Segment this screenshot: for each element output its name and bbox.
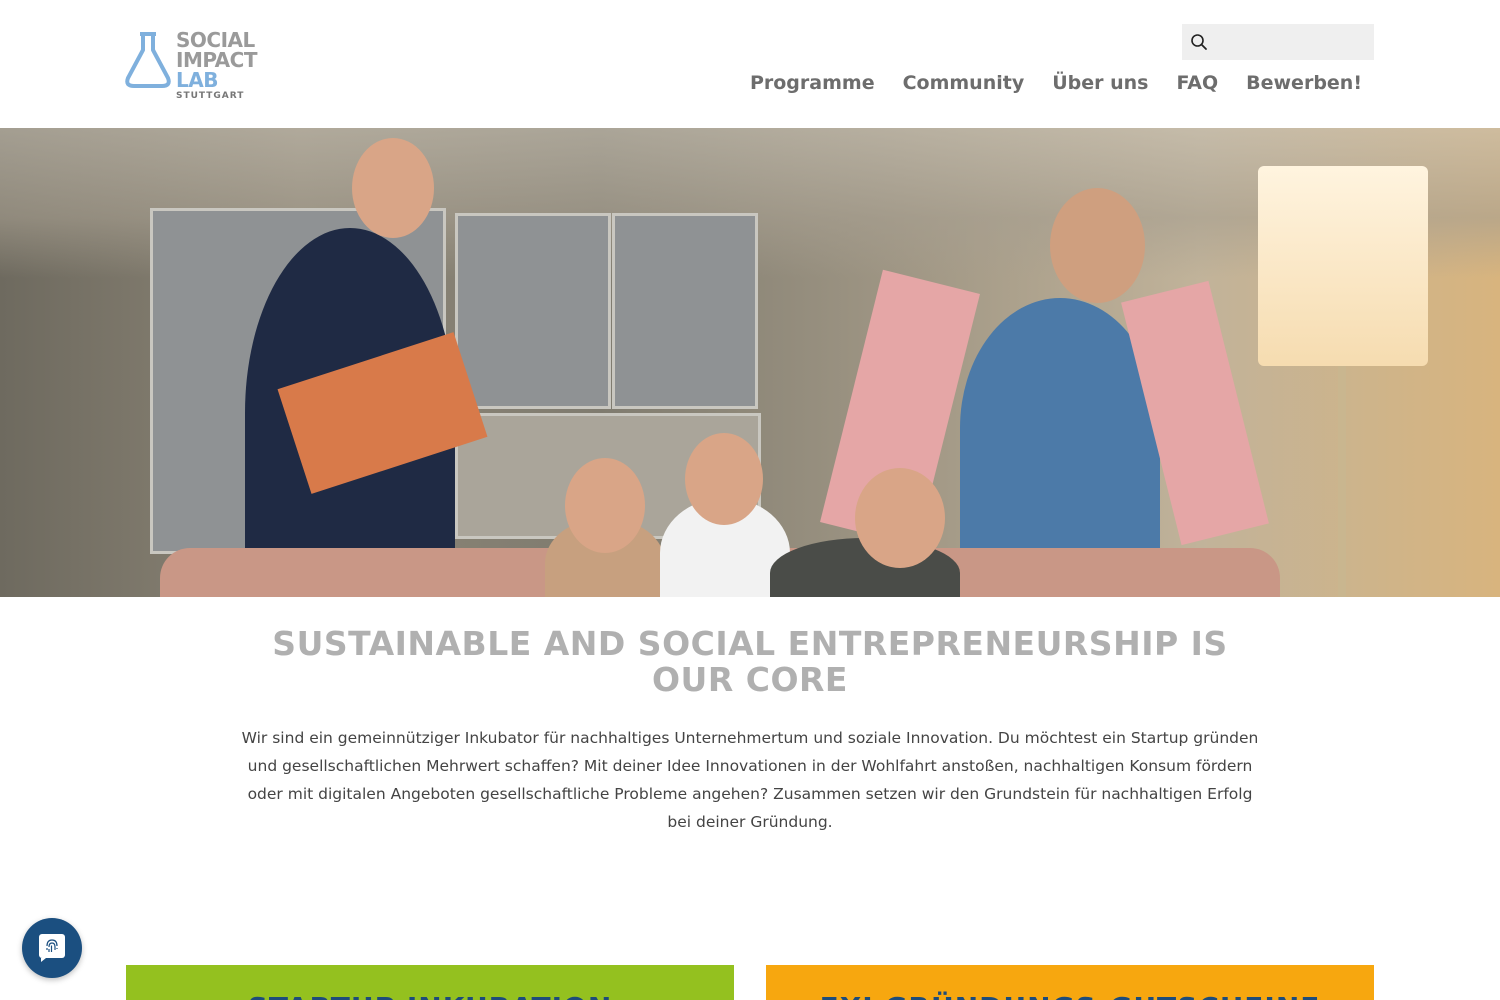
fingerprint-icon [39,934,65,962]
hero-lamp-pole [1338,366,1346,597]
logo-text-stuttgart: STUTTGART [176,91,245,101]
nav-item-community[interactable]: Community [903,72,1025,94]
search-box [1182,24,1374,60]
search-input[interactable] [1214,28,1370,58]
logo-text-impact: IMPACT [176,48,257,72]
flask-icon [125,32,171,88]
hero-person-head [855,468,945,568]
hero-lamp [1258,166,1428,366]
logo[interactable]: SOCIAL IMPACT LAB STUTTGART [124,28,264,101]
hero-person-head [1050,188,1145,303]
hero-image [0,128,1500,597]
hero-person-head [352,138,434,238]
hero-person-head [685,433,763,525]
card-title: EXI GRÜNDUNGS-GUTSCHEINE [766,991,1374,1000]
logo-text-social: SOCIAL [176,28,255,52]
card-exi-gutscheine[interactable]: EXI GRÜNDUNGS-GUTSCHEINE [766,965,1374,1000]
nav-item-programme[interactable]: Programme [750,72,875,94]
site-header: SOCIAL IMPACT LAB STUTTGART Programme Co… [0,0,1500,128]
logo-text-lab: LAB [176,68,218,92]
privacy-settings-button[interactable] [22,918,82,978]
main-nav: Programme Community Über uns FAQ Bewerbe… [750,72,1362,94]
nav-item-ueber-uns[interactable]: Über uns [1052,72,1148,94]
hero-electrical-panel [612,213,758,409]
card-title: STARTUP INKUBATION [126,991,734,1000]
hero-person-head [565,458,645,553]
nav-item-bewerben[interactable]: Bewerben! [1246,72,1362,94]
nav-item-faq[interactable]: FAQ [1176,72,1218,94]
intro-paragraph: Wir sind ein gemeinnütziger Inkubator fü… [241,729,1259,831]
search-icon[interactable] [1190,33,1208,51]
page-headline: SUSTAINABLE AND SOCIAL ENTREPRENEURSHIP … [272,624,1228,699]
hero-electrical-panel [455,213,611,409]
card-startup-inkubation[interactable]: STARTUP INKUBATION [126,965,734,1000]
